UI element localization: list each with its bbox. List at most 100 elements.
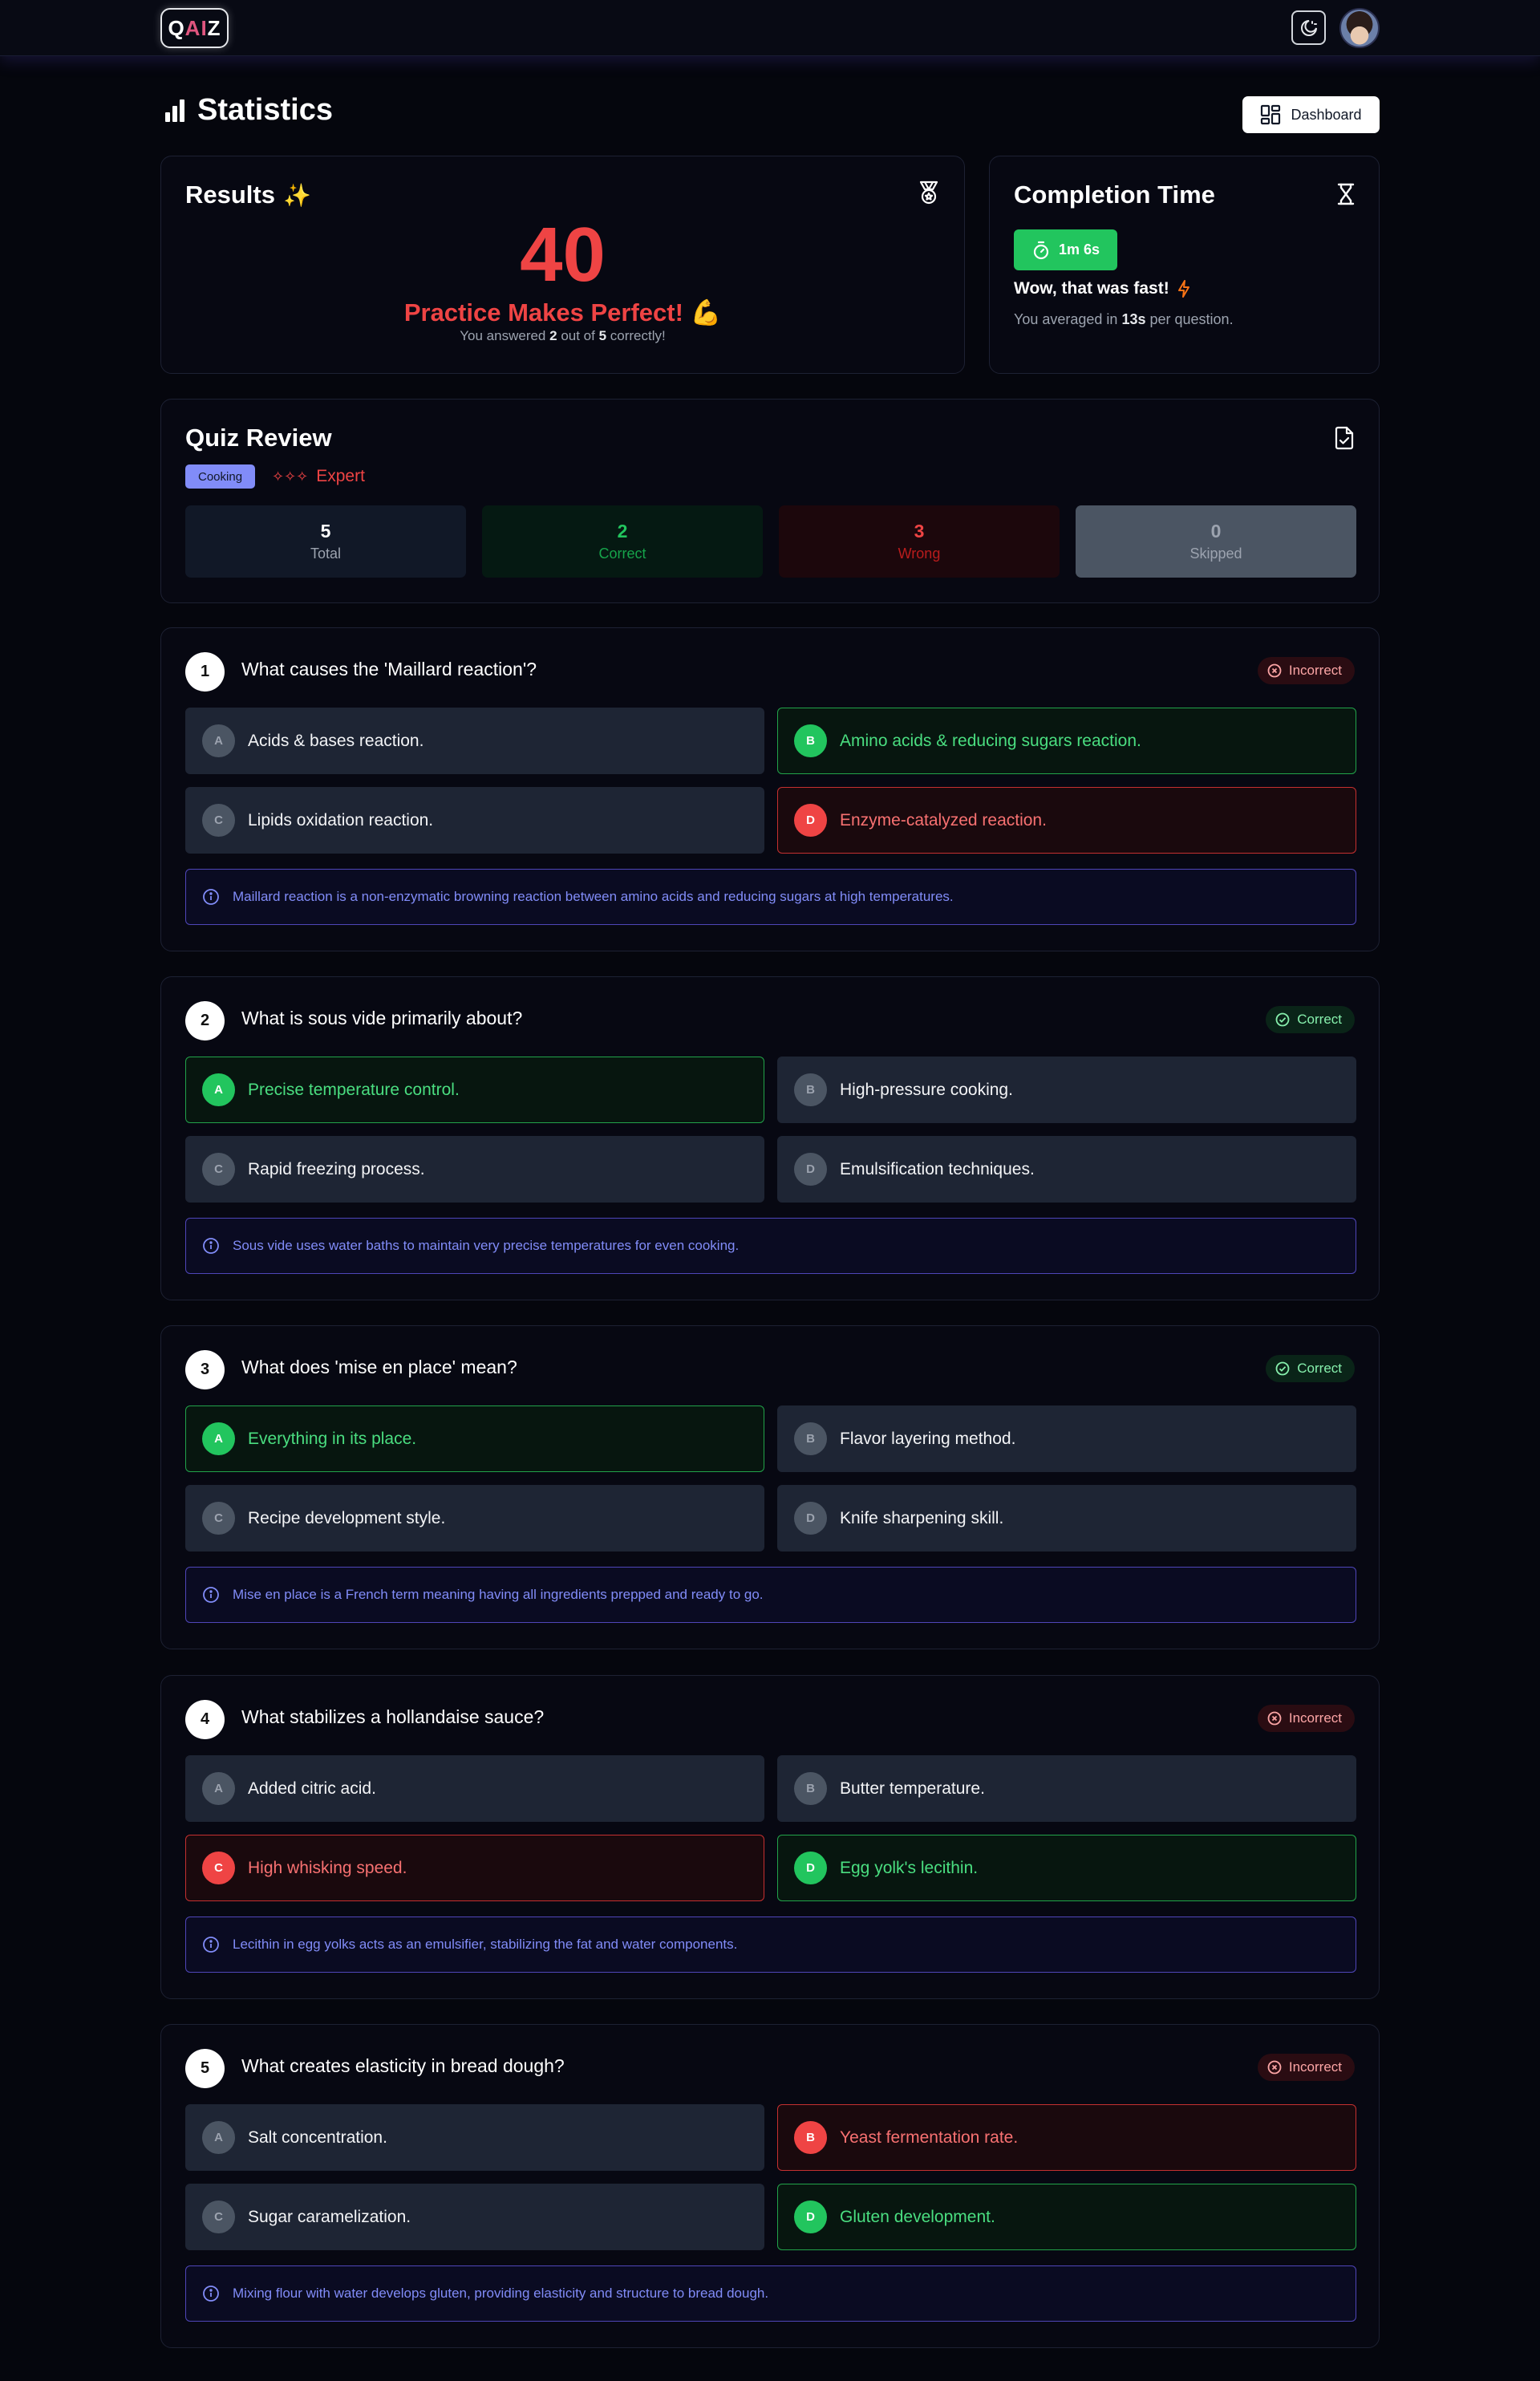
explanation-text: Sous vide uses water baths to maintain v… [233, 1238, 740, 1253]
option-letter: B [794, 2121, 827, 2154]
score-message-text: Practice Makes Perfect! [403, 298, 683, 327]
option-a[interactable]: A Salt concentration. [185, 2104, 764, 2171]
option-letter: C [202, 804, 235, 837]
option-c[interactable]: C High whisking speed. [185, 1835, 764, 1901]
status-badge: Incorrect [1257, 657, 1355, 684]
page-title-text: Statistics [197, 92, 333, 127]
check-circle-icon [1275, 1361, 1290, 1376]
option-b[interactable]: B High-pressure cooking. [777, 1057, 1356, 1123]
answered-summary: You answered 2 out of 5 correctly! [161, 328, 964, 344]
explanation-text: Mise en place is a French term meaning h… [233, 1587, 764, 1602]
option-d[interactable]: D Knife sharpening skill. [777, 1485, 1356, 1552]
stats-row: 5 Total 2 Correct 3 Wrong 0 Skipped [185, 505, 1356, 578]
option-d[interactable]: D Gluten development. [777, 2184, 1356, 2250]
status-badge: Incorrect [1257, 2054, 1355, 2081]
quiz-review-card: Quiz Review Cooking ✧✧✧ Expert 5 Total 2… [160, 399, 1380, 603]
option-d[interactable]: D Emulsification techniques. [777, 1136, 1356, 1203]
option-letter: A [202, 1073, 235, 1106]
explanation-box: Lecithin in egg yolks acts as an emulsif… [185, 1917, 1356, 1973]
logo-ai: AI [184, 15, 208, 40]
option-letter: B [794, 1772, 827, 1805]
option-letter: A [202, 2121, 235, 2154]
option-text: High-pressure cooking. [840, 1080, 1013, 1099]
info-icon [203, 1937, 219, 1953]
question-number: 4 [185, 1700, 225, 1739]
option-letter: D [794, 2200, 827, 2233]
stat-skipped-label: Skipped [1189, 546, 1242, 562]
option-c[interactable]: C Rapid freezing process. [185, 1136, 764, 1203]
option-a[interactable]: A Added citric acid. [185, 1755, 764, 1822]
avg-suffix: per question. [1145, 311, 1234, 327]
option-a[interactable]: A Precise temperature control. [185, 1057, 764, 1123]
option-c[interactable]: C Lipids oxidation reaction. [185, 787, 764, 854]
option-b[interactable]: B Butter temperature. [777, 1755, 1356, 1822]
score-value: 40 [520, 212, 606, 298]
option-a[interactable]: A Everything in its place. [185, 1405, 764, 1472]
option-text: Lipids oxidation reaction. [248, 810, 434, 829]
user-avatar[interactable] [1339, 8, 1380, 48]
dashboard-button[interactable]: Dashboard [1242, 96, 1380, 133]
option-b[interactable]: B Flavor layering method. [777, 1405, 1356, 1472]
option-letter: D [794, 804, 827, 837]
option-d[interactable]: D Enzyme-catalyzed reaction. [777, 787, 1356, 854]
option-text: Acids & bases reaction. [248, 731, 424, 750]
lightning-icon [1177, 280, 1189, 298]
option-letter: B [794, 1073, 827, 1106]
difficulty-label: Expert [316, 467, 365, 485]
option-c[interactable]: C Recipe development style. [185, 1485, 764, 1552]
option-letter: C [202, 1153, 235, 1186]
stat-total-label: Total [310, 546, 342, 562]
status-label: Correct [1297, 1012, 1342, 1027]
stat-wrong-label: Wrong [898, 546, 941, 562]
option-c[interactable]: C Sugar caramelization. [185, 2184, 764, 2250]
question-card-2: 2 What is sous vide primarily about? Cor… [160, 976, 1380, 1300]
stat-wrong-value: 3 [914, 521, 925, 542]
completion-time-value: 1m 6s [1058, 241, 1100, 258]
option-text: Recipe development style. [248, 1508, 446, 1527]
option-a[interactable]: A Acids & bases reaction. [185, 708, 764, 774]
avg-value: 13s [1121, 311, 1146, 327]
stat-correct: 2 Correct [482, 505, 763, 578]
option-b[interactable]: B Amino acids & reducing sugars reaction. [777, 708, 1356, 774]
option-letter: D [794, 1153, 827, 1186]
file-check-icon [1335, 426, 1354, 450]
option-letter: D [794, 1502, 827, 1535]
option-letter: A [202, 724, 235, 757]
option-b[interactable]: B Yeast fermentation rate. [777, 2104, 1356, 2171]
difficulty-stars: ✧✧✧ [272, 468, 309, 485]
check-circle-icon [1275, 1012, 1290, 1027]
stat-total: 5 Total [185, 505, 466, 578]
bar-chart-icon [165, 99, 184, 122]
option-text: Gluten development. [840, 2207, 995, 2226]
question-number: 5 [185, 2049, 225, 2088]
answered-suffix: correctly! [606, 328, 666, 343]
option-letter: C [202, 1852, 235, 1884]
options-grid: A Added citric acid. B Butter temperature.… [185, 1755, 1356, 1901]
status-badge: Correct [1266, 1006, 1355, 1033]
option-text: Salt concentration. [248, 2127, 387, 2147]
answered-total-count: 5 [598, 328, 607, 343]
top-nav: Q AI Z [0, 0, 1540, 56]
question-text: What stabilizes a hollandaise sauce? [241, 1706, 545, 1727]
option-text: High whisking speed. [248, 1858, 407, 1877]
question-text: What does 'mise en place' mean? [241, 1357, 517, 1377]
option-text: Precise temperature control. [248, 1080, 460, 1099]
status-label: Incorrect [1288, 2059, 1342, 2075]
question-text: What is sous vide primarily about? [241, 1008, 523, 1028]
option-text: Everything in its place. [248, 1429, 417, 1448]
app-logo[interactable]: Q AI Z [160, 8, 229, 48]
dashboard-button-label: Dashboard [1291, 106, 1362, 123]
option-text: Amino acids & reducing sugars reaction. [840, 731, 1141, 750]
explanation-box: Maillard reaction is a non-enzymatic bro… [185, 869, 1356, 925]
logo-q: Q [168, 15, 185, 40]
flex-emoji: 💪 [690, 298, 722, 327]
question-card-3: 3 What does 'mise en place' mean? Correc… [160, 1325, 1380, 1649]
option-text: Emulsification techniques. [840, 1159, 1035, 1178]
options-grid: A Precise temperature control. B High-pres… [185, 1057, 1356, 1203]
info-icon [203, 889, 219, 905]
score-message: Practice Makes Perfect! 💪 [161, 298, 964, 327]
theme-toggle-button[interactable] [1291, 10, 1326, 45]
option-text: Butter temperature. [840, 1779, 985, 1798]
difficulty-level: ✧✧✧ Expert [272, 464, 365, 489]
option-d[interactable]: D Egg yolk's lecithin. [777, 1835, 1356, 1901]
